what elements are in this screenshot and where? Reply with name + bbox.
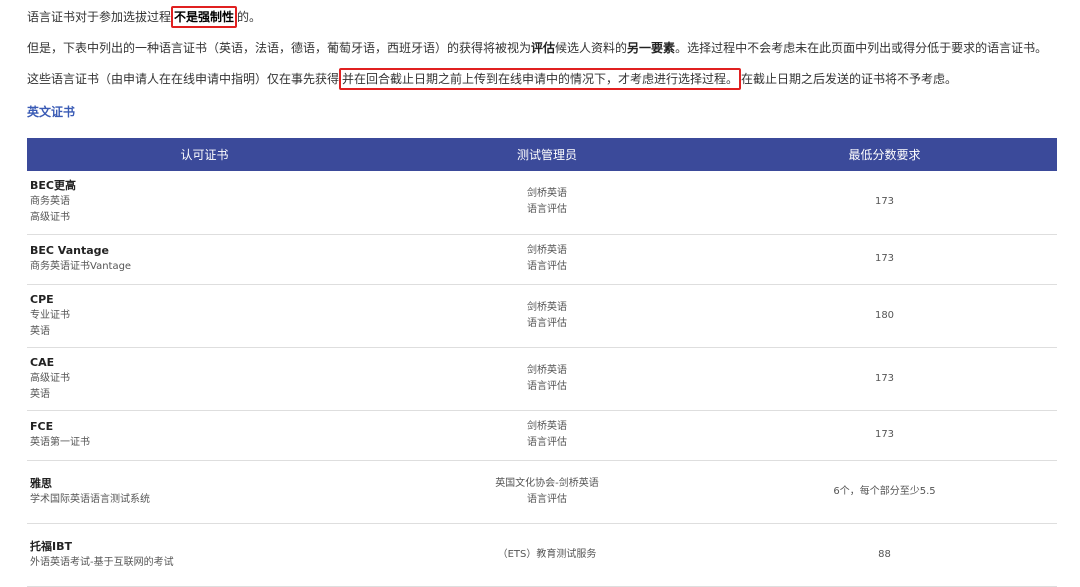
- administrator-line: 语言评估: [527, 261, 567, 272]
- certificate-cell: FCE 英语第一证书: [27, 410, 382, 461]
- certificate-desc: 英语第一证书: [30, 437, 90, 448]
- certificate-cell: BEC Vantage 商务英语证书Vantage: [27, 234, 382, 285]
- intro-p2-part3: 。选择过程中不会考虑未在此页面中列出或得分低于要求的语言证书。: [675, 41, 1048, 55]
- intro-p1-before: 语言证书对于参加选拔过程: [27, 10, 172, 24]
- certificate-desc: 专业证书: [30, 309, 70, 321]
- certificate-name: CAE: [30, 355, 55, 369]
- certificate-name: 托福IBT: [30, 539, 72, 553]
- certificate-desc: 商务英语: [30, 196, 70, 208]
- score-cell: 173: [712, 171, 1057, 235]
- administrator-line: （ETS）教育测试服务: [497, 548, 597, 560]
- score-cell: 180: [712, 284, 1057, 348]
- certificate-desc: 高级证书: [30, 212, 70, 224]
- highlight-deadline: 并在回合截止日期之前上传到在线申请中的情况下，才考虑进行选择过程。: [339, 68, 742, 90]
- intro-p3-after: 在截止日期之后发送的证书将不予考虑。: [741, 72, 958, 86]
- table-row: BEC更高 商务英语 高级证书 剑桥英语 语言评估 173: [27, 171, 1057, 235]
- certificates-table: 认可证书 测试管理员 最低分数要求 BEC更高 商务英语 高级证书 剑桥英语 语…: [27, 138, 1057, 587]
- certificate-cell: CAE 高级证书 英语: [27, 347, 382, 411]
- table-row: FCE 英语第一证书 剑桥英语 语言评估 173: [27, 410, 1057, 461]
- intro-p2-part2: 候选人资料的: [555, 41, 628, 55]
- certificate-desc: 学术国际英语语言测试系统: [30, 493, 150, 505]
- table-row: 托福IBT 外语英语考试-基于互联网的考试 （ETS）教育测试服务 88: [27, 523, 1057, 587]
- intro-paragraph-evaluation: 但是，下表中列出的一种语言证书（英语，法语，德语，葡萄牙语，西班牙语）的获得将被…: [27, 40, 1067, 56]
- score-cell: 88: [712, 523, 1057, 587]
- certificate-cell: 托福IBT 外语英语考试-基于互联网的考试: [27, 523, 382, 587]
- administrator-line: 剑桥英语: [527, 301, 567, 313]
- administrator-line: 语言评估: [527, 317, 567, 329]
- score-cell: 6个，每个部分至少5.5: [712, 460, 1057, 524]
- score-cell: 173: [712, 347, 1057, 411]
- administrator-line: 语言评估: [527, 493, 567, 505]
- administrator-cell: 剑桥英语 语言评估: [382, 171, 712, 235]
- administrator-cell: 剑桥英语 语言评估: [382, 284, 712, 348]
- score-cell: 173: [712, 234, 1057, 285]
- table-header-row: 认可证书 测试管理员 最低分数要求: [27, 138, 1057, 171]
- administrator-cell: 剑桥英语 语言评估: [382, 410, 712, 461]
- certificate-cell: BEC更高 商务英语 高级证书: [27, 171, 382, 235]
- administrator-line: 剑桥英语: [527, 245, 567, 256]
- certificate-desc: 高级证书: [30, 372, 70, 384]
- certificate-desc: 英语: [30, 388, 50, 400]
- intro-p1-after: 的。: [237, 10, 262, 24]
- table-row: CPE 专业证书 英语 剑桥英语 语言评估 180: [27, 284, 1057, 348]
- certificate-name: BEC Vantage: [30, 244, 109, 257]
- administrator-cell: 剑桥英语 语言评估: [382, 347, 712, 411]
- administrator-line: 语言评估: [527, 380, 567, 392]
- section-title-english-certificates: 英文证书: [27, 105, 76, 119]
- intro-paragraph-deadline: 这些语言证书（由申请人在在线申请中指明）仅在事先获得 并在回合截止日期之前上传到在…: [27, 68, 1067, 90]
- table-row: 雅思 学术国际英语语言测试系统 英国文化协会-剑桥英语 语言评估 6个，每个部分…: [27, 460, 1057, 524]
- certificate-desc: 商务英语证书Vantage: [30, 261, 132, 272]
- intro-paragraph-mandatory: 语言证书对于参加选拔过程 不是强制性 的。: [27, 6, 1067, 28]
- certificate-name: BEC更高: [30, 179, 76, 193]
- administrator-line: 语言评估: [527, 204, 567, 216]
- certificate-name: CPE: [30, 292, 54, 306]
- intro-p2-bold-evaluate: 评估: [531, 41, 556, 55]
- header-certificate: 认可证书: [180, 148, 229, 162]
- administrator-cell: 英国文化协会-剑桥英语 语言评估: [382, 460, 712, 524]
- certificate-cell: CPE 专业证书 英语: [27, 284, 382, 348]
- intro-p2-part1: 但是，下表中列出的一种语言证书（英语，法语，德语，葡萄牙语，西班牙语）的获得将被…: [27, 41, 532, 55]
- administrator-cell: （ETS）教育测试服务: [382, 523, 712, 587]
- administrator-cell: 剑桥英语 语言评估: [382, 234, 712, 285]
- highlight-not-mandatory: 不是强制性: [171, 6, 238, 28]
- intro-p2-bold-element: 另一要素: [627, 41, 676, 55]
- intro-p3-before: 这些语言证书（由申请人在在线申请中指明）仅在事先获得: [27, 72, 340, 86]
- header-minimum-score: 最低分数要求: [848, 148, 921, 162]
- header-test-administrator: 测试管理员: [516, 148, 577, 162]
- certificate-name: 雅思: [30, 476, 52, 490]
- administrator-line: 剑桥英语: [527, 364, 567, 376]
- table-row: BEC Vantage 商务英语证书Vantage 剑桥英语 语言评估 173: [27, 234, 1057, 285]
- table-row: CAE 高级证书 英语 剑桥英语 语言评估 173: [27, 347, 1057, 411]
- score-cell: 173: [712, 410, 1057, 461]
- certificate-cell: 雅思 学术国际英语语言测试系统: [27, 460, 382, 524]
- certificate-desc: 外语英语考试-基于互联网的考试: [30, 556, 174, 568]
- certificate-name: FCE: [30, 420, 54, 433]
- certificate-desc: 英语: [30, 325, 50, 337]
- administrator-line: 英国文化协会-剑桥英语: [495, 477, 599, 489]
- administrator-line: 语言评估: [527, 437, 567, 448]
- administrator-line: 剑桥英语: [527, 421, 567, 432]
- administrator-line: 剑桥英语: [527, 188, 567, 200]
